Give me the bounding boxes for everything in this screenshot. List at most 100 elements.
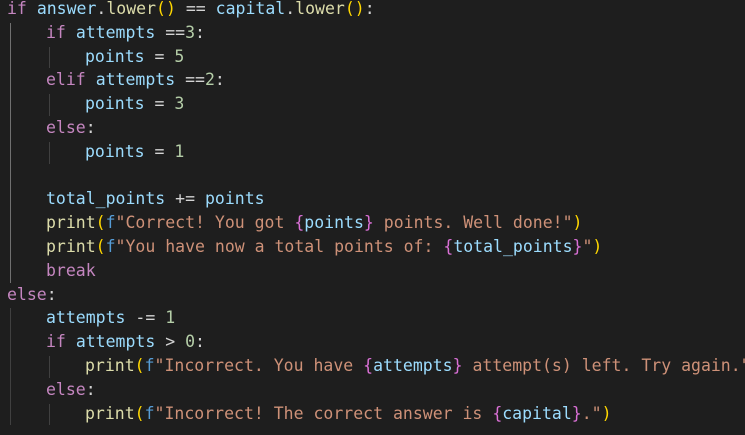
- code-token: ): [592, 237, 603, 256]
- code-token: points: [85, 94, 145, 114]
- code-token: answer: [36, 0, 97, 18]
- code-line[interactable]: else:: [7, 283, 57, 307]
- indent-guide: [49, 141, 50, 164]
- code-token: ==: [155, 22, 186, 42]
- code-token: ==: [175, 70, 205, 90]
- code-token: attempts: [46, 308, 126, 328]
- code-line[interactable]: print(f"You have now a total points of: …: [46, 235, 602, 259]
- code-token: lower: [295, 0, 345, 18]
- code-token: }: [571, 403, 582, 423]
- indent-guide: [10, 308, 11, 426]
- code-token: "Correct! You got: [115, 213, 295, 233]
- code-token: capital: [215, 0, 286, 18]
- code-token: =: [144, 141, 175, 161]
- code-token: if: [46, 22, 66, 42]
- code-token: ==: [175, 0, 216, 18]
- code-token: (: [134, 356, 145, 375]
- code-token: -=: [125, 308, 166, 328]
- code-line[interactable]: print(f"Incorrect! The correct answer is…: [85, 402, 612, 426]
- code-token: }: [363, 213, 374, 233]
- code-token: 1: [165, 308, 176, 328]
- code-token: total_points: [453, 237, 573, 256]
- code-token: (: [134, 403, 145, 423]
- code-line[interactable]: total_points += points: [46, 187, 265, 211]
- indent-guide: [49, 403, 50, 426]
- code-line[interactable]: points = 3: [85, 92, 184, 116]
- code-token: break: [46, 260, 96, 280]
- code-token: >: [155, 332, 186, 352]
- code-token: (: [95, 213, 106, 233]
- code-token: f: [105, 237, 116, 256]
- code-token: if: [7, 0, 27, 18]
- code-line[interactable]: points = 1: [85, 140, 184, 164]
- code-line[interactable]: else:: [46, 116, 96, 140]
- code-token: print: [85, 403, 135, 423]
- code-token: :: [85, 118, 96, 137]
- code-token: points: [85, 46, 145, 66]
- code-token: points: [204, 189, 265, 209]
- code-editor[interactable]: if answer.lower() == capital.lower(): if …: [0, 0, 745, 435]
- code-token: else: [46, 118, 86, 137]
- code-token: {: [492, 403, 503, 423]
- code-token: total_points: [46, 189, 166, 209]
- code-line[interactable]: print(f"Correct! You got {points} points…: [46, 211, 582, 235]
- code-token: :: [214, 70, 225, 90]
- code-line[interactable]: else:: [46, 378, 96, 402]
- code-token: =: [144, 94, 175, 114]
- code-token: lower: [106, 0, 157, 18]
- code-token: 2: [204, 70, 215, 90]
- code-token: :: [364, 0, 375, 18]
- code-line[interactable]: elif attempts ==2:: [46, 68, 225, 92]
- code-token: points. Well done!": [373, 213, 573, 233]
- code-token: f: [144, 403, 155, 423]
- code-line[interactable]: if answer.lower() == capital.lower():: [7, 0, 375, 21]
- code-token: "Incorrect. You have: [154, 356, 364, 375]
- code-token: 3: [185, 22, 196, 42]
- code-token: ": [582, 237, 593, 256]
- code-line[interactable]: print(f"Incorrect. You have {attempts} a…: [85, 354, 745, 378]
- code-token: capital: [502, 403, 572, 423]
- indent-guide: [10, 22, 11, 283]
- code-token: .": [581, 403, 602, 423]
- code-token: .: [285, 0, 296, 18]
- code-token: :: [195, 332, 205, 352]
- code-token: :: [195, 22, 205, 42]
- code-token: "Incorrect! The correct answer is: [154, 403, 493, 423]
- code-token: print: [85, 356, 135, 375]
- code-token: attempts: [95, 70, 176, 90]
- indent-guide: [49, 356, 50, 378]
- code-token: if: [46, 332, 66, 352]
- indent-guide: [49, 46, 50, 69]
- code-token: ): [572, 213, 583, 233]
- code-token: attempts: [75, 332, 156, 352]
- code-token: f: [144, 356, 155, 375]
- code-line[interactable]: break: [46, 259, 96, 283]
- code-token: :: [85, 379, 96, 399]
- code-token: elif: [46, 70, 86, 90]
- code-token: }: [452, 356, 463, 375]
- code-token: (: [95, 237, 106, 256]
- code-line[interactable]: points = 5: [85, 45, 184, 69]
- code-line[interactable]: if attempts > 0:: [46, 330, 205, 354]
- code-token: (): [344, 0, 365, 18]
- code-token: =: [144, 46, 175, 66]
- code-token: points: [304, 213, 364, 233]
- code-token: else: [46, 379, 86, 399]
- code-token: {: [294, 213, 305, 233]
- code-line[interactable]: attempts -= 1: [46, 306, 175, 330]
- code-line[interactable]: if attempts ==3:: [46, 21, 205, 45]
- code-token: print: [46, 213, 96, 233]
- code-token: ): [601, 403, 612, 423]
- code-token: print: [46, 237, 96, 256]
- code-token: {: [363, 356, 374, 375]
- indent-guide: [49, 94, 50, 116]
- code-token: .: [96, 0, 107, 18]
- code-token: :: [46, 284, 57, 304]
- code-token: (): [156, 0, 176, 18]
- code-token: attempts: [75, 22, 156, 42]
- code-token: +=: [165, 189, 205, 209]
- code-token: }: [572, 237, 583, 256]
